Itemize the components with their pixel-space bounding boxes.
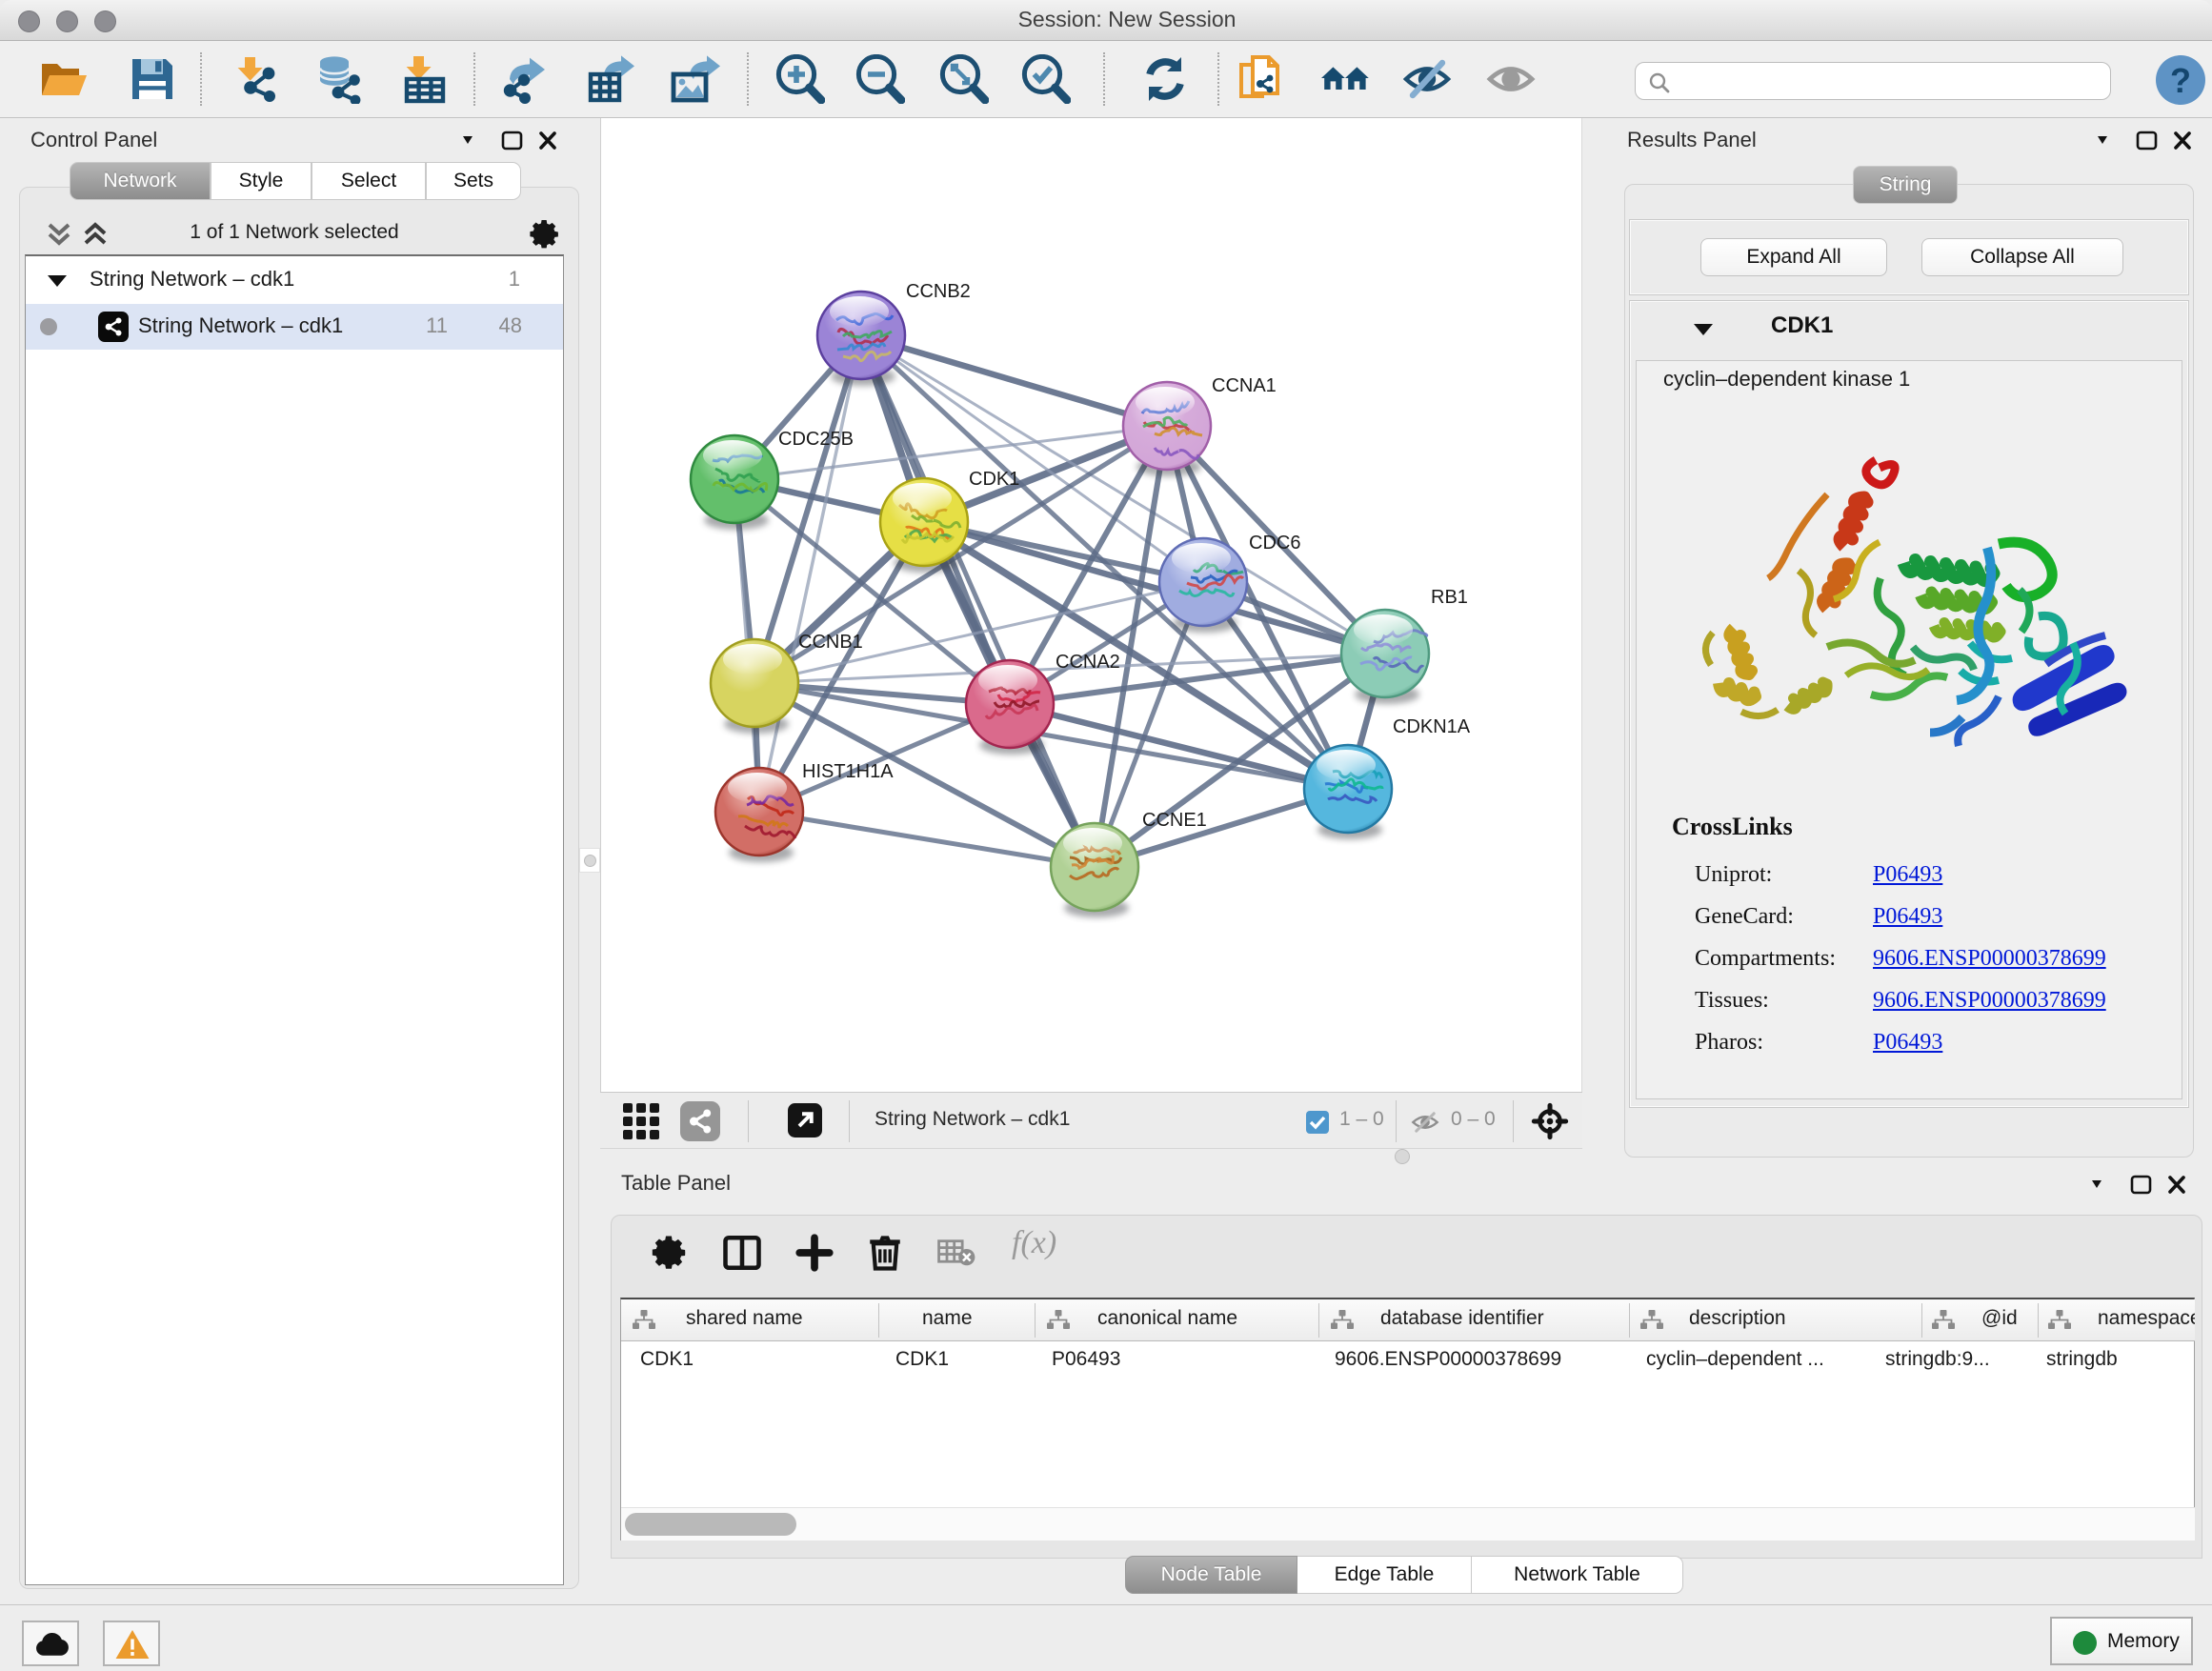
svg-text:RB1: RB1 (1431, 587, 1468, 608)
svg-text:CDK1: CDK1 (969, 469, 1019, 490)
svg-text:CDC6: CDC6 (1249, 533, 1300, 554)
svg-text:HIST1H1A: HIST1H1A (802, 761, 894, 782)
svg-text:CCNB1: CCNB1 (798, 632, 863, 653)
svg-text:?: ? (2170, 61, 2191, 100)
svg-text:CCNB2: CCNB2 (906, 281, 971, 302)
svg-text:CDKN1A: CDKN1A (1393, 716, 1471, 737)
svg-text:CCNA1: CCNA1 (1212, 375, 1277, 396)
svg-text:CCNE1: CCNE1 (1142, 810, 1207, 831)
svg-text:CCNA2: CCNA2 (1056, 652, 1120, 673)
svg-text:CDC25B: CDC25B (778, 429, 854, 450)
